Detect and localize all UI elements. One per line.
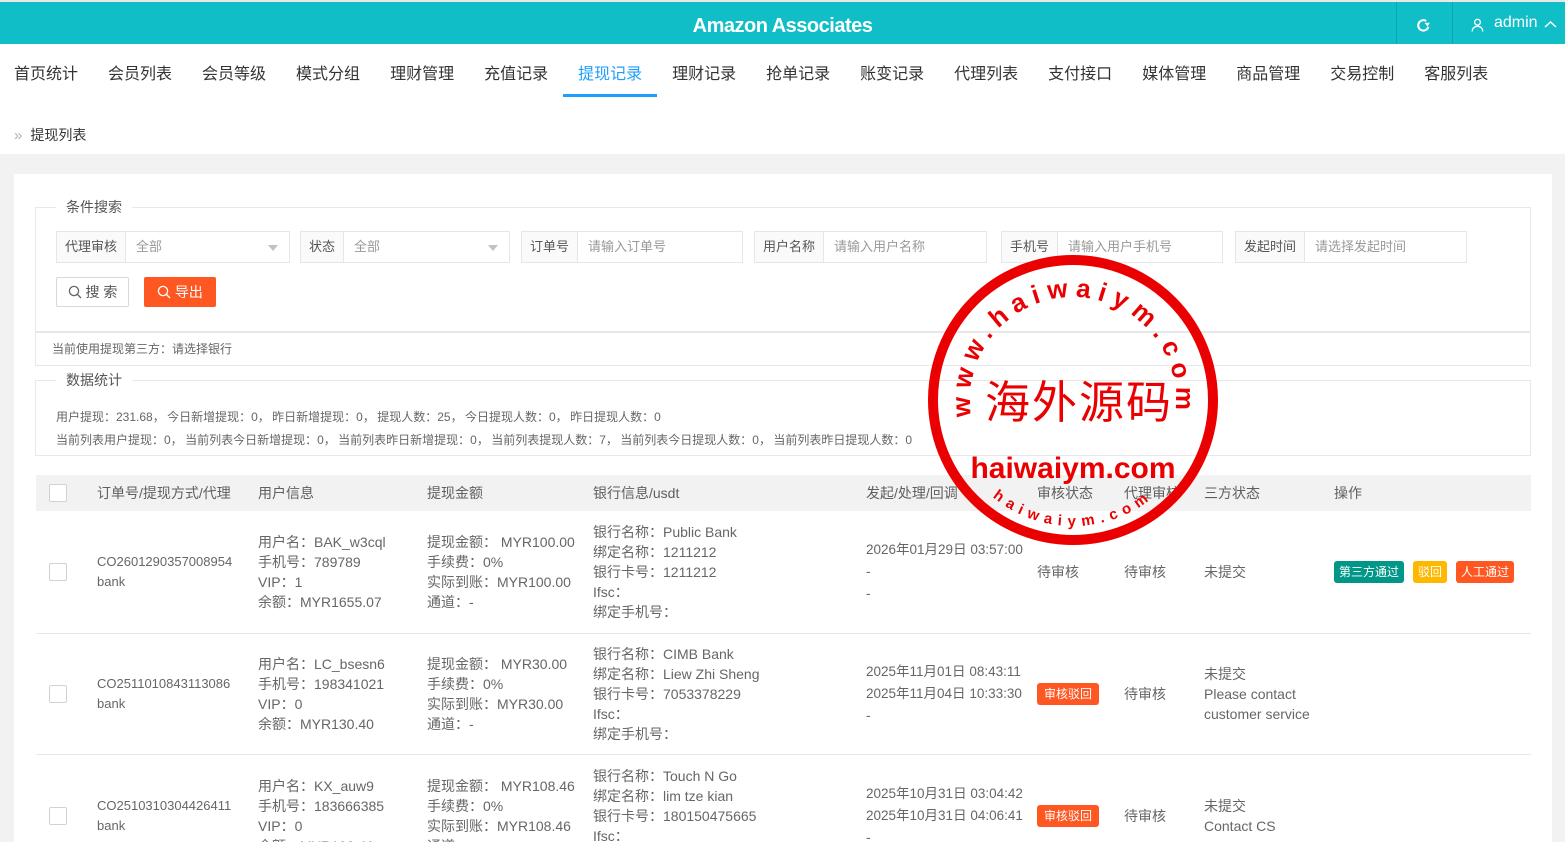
svg-text:haiwaiym.com: haiwaiym.com: [970, 452, 1175, 485]
svg-text:海外源码: 海外源码: [985, 378, 1173, 428]
